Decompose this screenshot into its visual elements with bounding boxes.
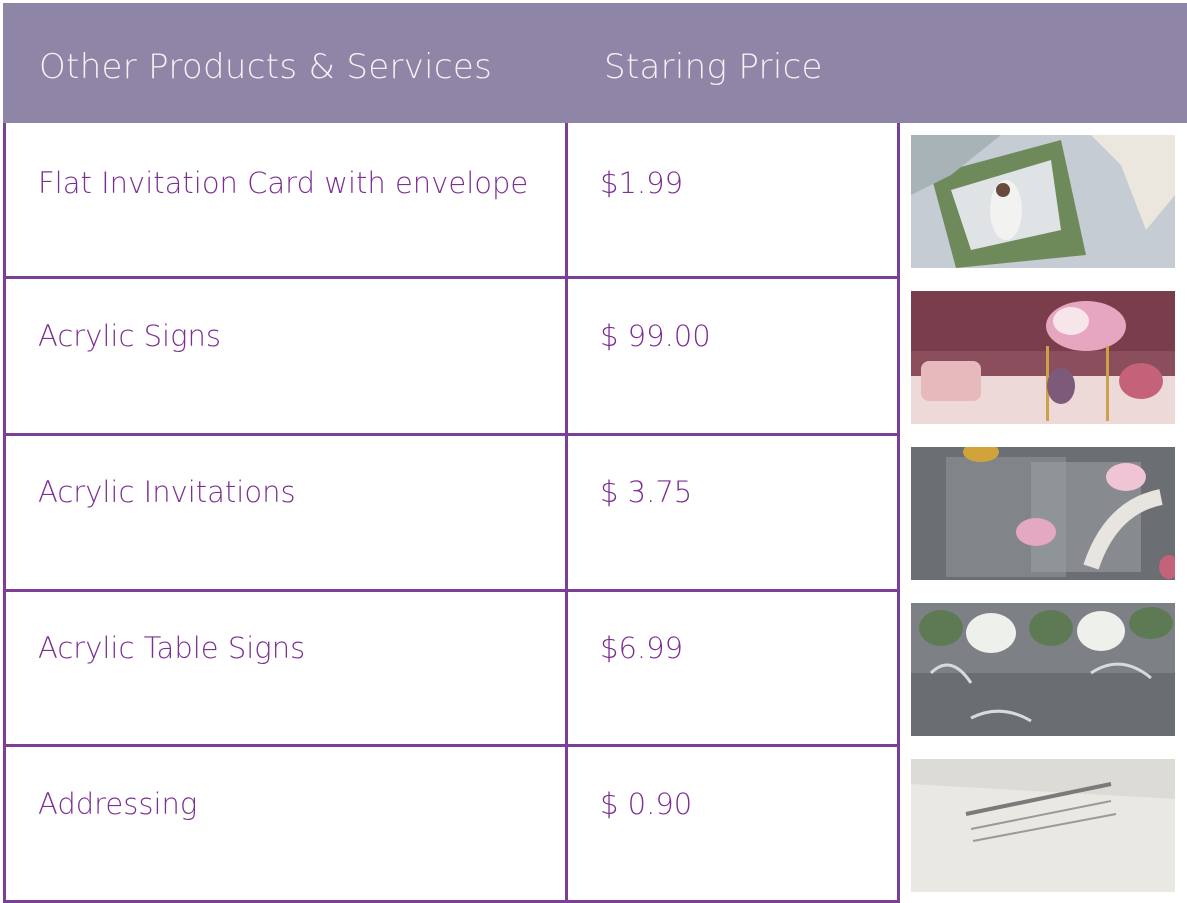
header-products-services: Other Products & Services (39, 47, 493, 87)
product-price: $1.99 (600, 166, 684, 200)
products-price-table: Other Products & Services Staring Price … (0, 0, 1187, 903)
table-header: Other Products & Services Staring Price (3, 3, 1187, 123)
acrylic-sign-floral-display-image (911, 291, 1175, 424)
product-name: Acrylic Table Signs (38, 631, 306, 665)
product-name: Addressing (38, 787, 198, 821)
product-price: $ 3.75 (600, 475, 693, 509)
table-column-divider (565, 123, 568, 903)
row-divider (3, 276, 900, 279)
row-divider (3, 744, 900, 747)
wedding-couple-photo-card-image (911, 135, 1175, 268)
header-starting-price: Staring Price (604, 47, 823, 87)
product-name: Acrylic Invitations (38, 475, 296, 509)
acrylic-table-sign-floral-image (911, 603, 1175, 736)
addressed-envelope-image (911, 759, 1175, 892)
table-border-right (897, 123, 900, 903)
table-border-left (3, 123, 6, 903)
product-price: $ 0.90 (600, 787, 693, 821)
product-price: $ 99.00 (600, 319, 711, 353)
product-name: Acrylic Signs (38, 319, 221, 353)
product-price: $6.99 (600, 631, 684, 665)
row-divider (3, 433, 900, 436)
product-name: Flat Invitation Card with envelope (38, 166, 529, 200)
acrylic-invitation-floral-image (911, 447, 1175, 580)
row-divider (3, 589, 900, 592)
